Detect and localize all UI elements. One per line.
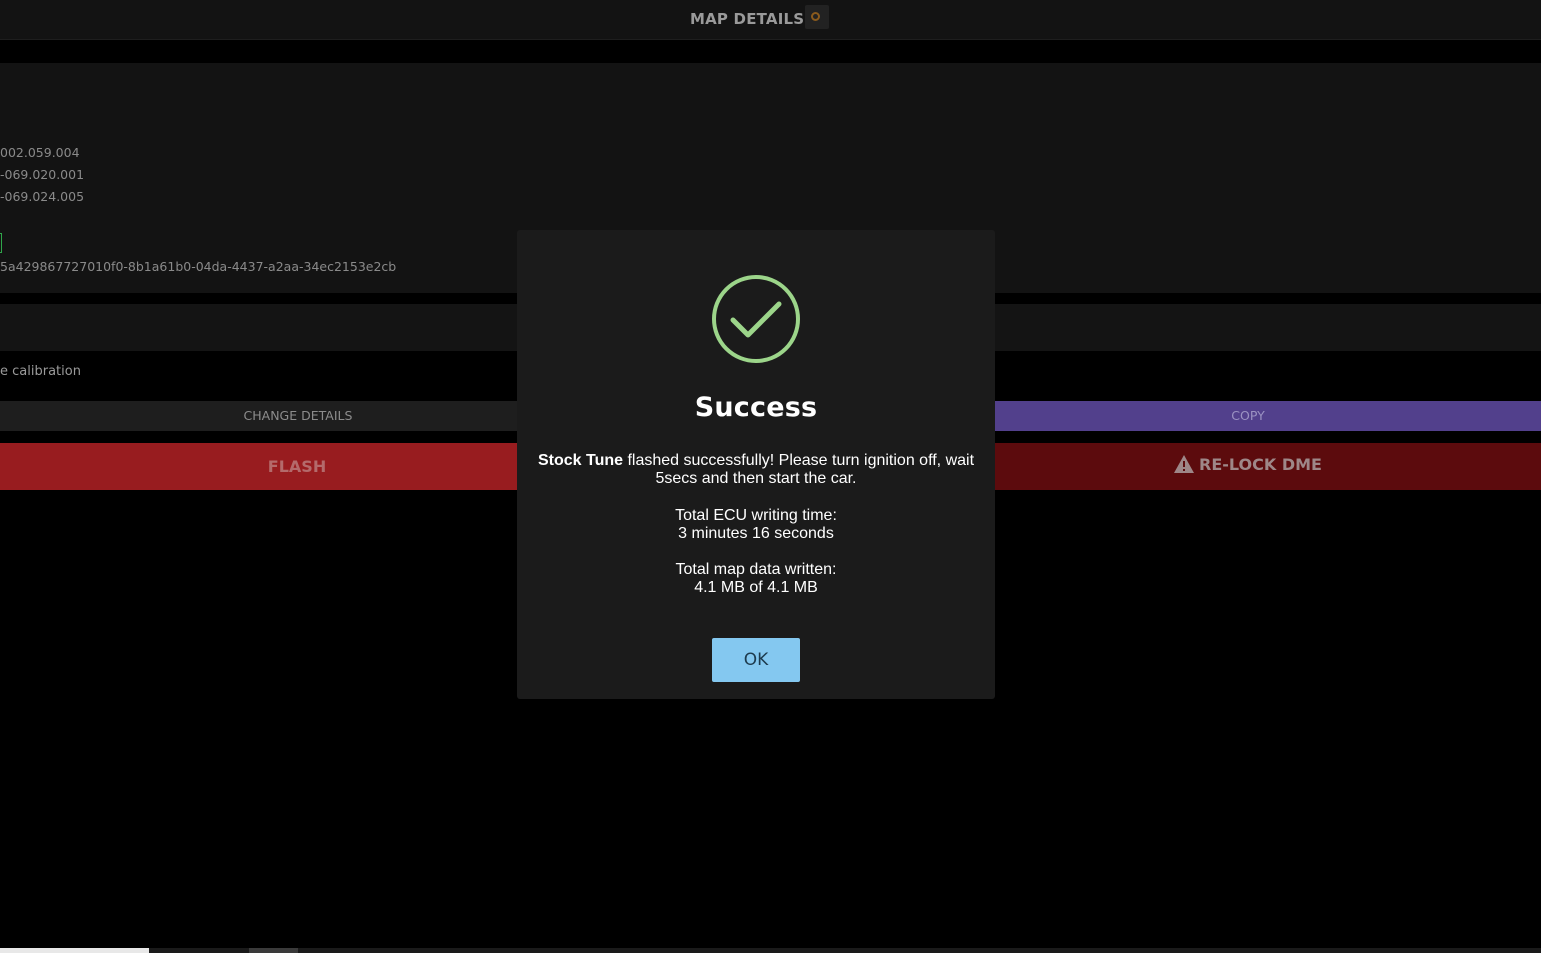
success-dialog: Success Stock Tune flashed successfully!…: [517, 230, 995, 699]
dme-status-icon[interactable]: [805, 5, 829, 29]
software-version-line-3: -069.024.005: [0, 189, 85, 204]
dialog-message-text: flashed successfully! Please turn igniti…: [623, 452, 975, 487]
page-title: MAP DETAILS: [690, 10, 805, 28]
relock-label: RE-LOCK DME: [1199, 455, 1322, 474]
change-details-button[interactable]: CHANGE DETAILS: [0, 401, 600, 431]
tune-name: Stock Tune: [537, 452, 624, 469]
map-id-value: 5a429867727010f0-8b1a61b0-04da-4437-a2aa…: [0, 259, 397, 274]
calibration-text: e calibration: [0, 364, 81, 379]
flash-button[interactable]: FLASH: [0, 443, 600, 490]
ring-shape: [811, 12, 820, 21]
writing-time-value: 3 minutes 16 seconds: [678, 525, 834, 542]
copy-label: COPY: [1231, 408, 1265, 423]
change-details-label: CHANGE DETAILS: [243, 408, 353, 423]
software-version-line-2: -069.020.001: [0, 167, 85, 182]
scrollbar-thumb[interactable]: [249, 948, 298, 953]
app-window: MAP DETAILS 002.059.004 -069.020.001 -06…: [0, 0, 1541, 953]
success-check-icon: [712, 275, 800, 363]
data-written-value: 4.1 MB of 4.1 MB: [694, 579, 818, 596]
status-indicator: [0, 233, 2, 253]
top-header: MAP DETAILS: [0, 0, 1541, 40]
dialog-title: Success: [694, 392, 818, 423]
flash-label: FLASH: [267, 457, 327, 476]
copy-button[interactable]: COPY: [955, 401, 1541, 431]
progress-strip: [0, 948, 149, 953]
relock-content: RE-LOCK DME: [1173, 443, 1322, 486]
data-written-label: Total map data written:: [675, 561, 837, 578]
horizontal-scrollbar[interactable]: [0, 948, 1541, 953]
relock-dme-button[interactable]: RE-LOCK DME: [955, 443, 1541, 490]
dialog-message: Stock Tune flashed successfully! Please …: [531, 452, 981, 488]
writing-time-label: Total ECU writing time:: [675, 507, 837, 524]
ok-button[interactable]: OK: [712, 638, 800, 682]
warning-icon: [1174, 455, 1194, 473]
software-version-line-1: 002.059.004: [0, 145, 80, 160]
